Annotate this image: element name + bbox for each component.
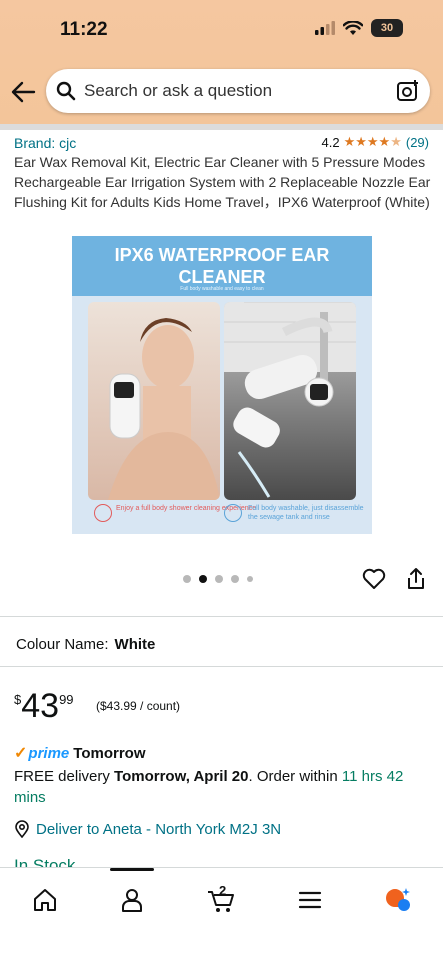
product-image[interactable]: IPX6 WATERPROOF EAR CLEANER Full body wa… — [72, 236, 372, 534]
woman-photo — [88, 302, 220, 500]
search-input[interactable]: Search or ask a question — [46, 69, 430, 113]
status-icons: 30 — [315, 19, 403, 37]
caption-right: Full body washable, just disassemble the… — [248, 505, 364, 521]
carousel-dot-active[interactable] — [199, 575, 207, 583]
brand-link[interactable]: Brand: cjc — [14, 135, 76, 151]
bottom-nav: 2 — [0, 867, 443, 960]
rating-value: 4.2 — [321, 134, 340, 150]
order-within: . Order within — [248, 768, 342, 785]
carousel-dot[interactable] — [215, 575, 223, 583]
heart-icon[interactable] — [362, 568, 386, 590]
rating-summary[interactable]: 4.2 ★★★★★ (29) — [322, 134, 429, 150]
camera-lens-icon[interactable] — [396, 79, 420, 103]
account-icon[interactable] — [118, 886, 146, 914]
carousel-dot[interactable] — [247, 576, 253, 582]
cellular-signal-icon — [315, 21, 335, 35]
star-rating-icon: ★★★★★ — [343, 134, 402, 149]
carousel-dot[interactable] — [183, 575, 191, 583]
menu-icon[interactable] — [296, 886, 324, 914]
shower-icon — [94, 504, 112, 522]
wifi-icon — [343, 20, 363, 35]
section-divider — [0, 616, 443, 617]
section-divider — [0, 666, 443, 667]
image-subline: Full body washable and easy to clean — [180, 286, 264, 292]
header-divider — [0, 124, 443, 130]
delivery-prefix: FREE delivery — [14, 768, 115, 785]
battery-icon: 30 — [371, 19, 403, 37]
colour-value: White — [114, 636, 156, 653]
faucet-photo — [224, 302, 356, 500]
price-currency: $ — [14, 692, 22, 707]
price-whole: 43 — [21, 687, 60, 725]
carousel-dot[interactable] — [231, 575, 239, 583]
delivery-location[interactable]: Deliver to Aneta - North York M2J 3N — [36, 821, 281, 838]
prime-logo: prime — [28, 744, 70, 762]
home-icon[interactable] — [31, 886, 59, 914]
wash-icon — [224, 504, 242, 522]
search-placeholder: Search or ask a question — [84, 81, 273, 100]
location-pin-icon — [15, 820, 29, 838]
cart-count-badge: 2 — [219, 883, 227, 898]
back-arrow-icon[interactable] — [10, 80, 36, 104]
prime-badge: ✓ prime Tomorrow — [14, 743, 145, 763]
colour-selector[interactable]: Colour Name: White — [16, 636, 155, 653]
share-icon[interactable] — [405, 567, 427, 591]
status-time: 11:22 — [60, 19, 108, 40]
top-header: 11:22 30 Search or ask a question — [0, 0, 443, 124]
search-icon — [56, 81, 76, 101]
delivery-info: FREE delivery Tomorrow, April 20. Order … — [14, 766, 434, 808]
deliver-to-link[interactable]: Deliver to Aneta - North York M2J 3N — [14, 820, 281, 838]
rufus-assistant-icon[interactable] — [383, 886, 411, 914]
prime-check-icon: ✓ — [14, 745, 28, 762]
rating-count[interactable]: (29) — [406, 135, 429, 150]
price-fraction: 99 — [59, 692, 74, 707]
active-tab-indicator — [110, 868, 154, 871]
delivery-date: Tomorrow, April 20 — [114, 768, 249, 785]
image-carousel-dots[interactable] — [183, 575, 253, 583]
price: $ 43 99 — [14, 688, 74, 724]
product-title: Ear Wax Removal Kit, Electric Ear Cleane… — [14, 154, 431, 210]
colour-label: Colour Name: — [16, 636, 109, 653]
prime-day: Tomorrow — [73, 744, 146, 762]
unit-price: ($43.99 / count) — [96, 699, 181, 713]
